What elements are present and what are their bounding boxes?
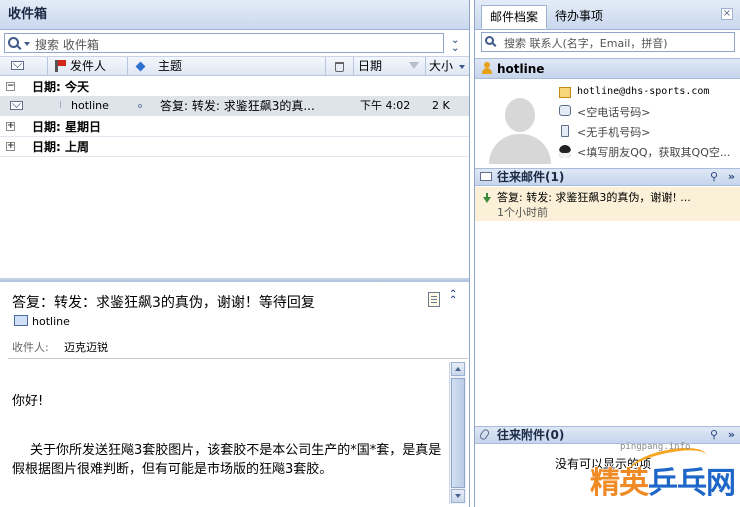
contact-qq-text: <填写朋友QQ，获取其QQ空... xyxy=(577,146,731,159)
contact-card-icon xyxy=(14,315,28,326)
envelope-icon xyxy=(11,61,24,70)
column-sender[interactable]: 发件人 xyxy=(48,57,128,76)
person-icon xyxy=(481,62,493,75)
email-icon xyxy=(559,87,571,98)
column-sender-label: 发件人 xyxy=(70,59,107,73)
search-dropdown-icon[interactable] xyxy=(24,42,30,46)
phone-icon xyxy=(559,105,571,116)
scroll-up-button[interactable] xyxy=(451,362,465,376)
paperclip-icon xyxy=(478,427,491,442)
column-subject-label: 主题 xyxy=(158,59,183,73)
scroll-down-icon xyxy=(455,494,461,498)
expand-right-icon[interactable]: » xyxy=(728,170,735,183)
inbox-title: 收件箱 xyxy=(0,0,469,30)
attachment-history-label: 往来附件(0) xyxy=(497,428,565,442)
scroll-down-button[interactable] xyxy=(451,489,465,503)
mail-list-pane: 收件箱 搜索 收件箱 ⌄ ⌄ 发件人 主题 日期 大小 − 日期: 今天 hot… xyxy=(0,0,470,507)
mail-history-time: 1个小时前 xyxy=(497,206,548,219)
contact-tab-strip: 邮件档案 待办事项 × xyxy=(475,0,740,30)
contact-search-placeholder: 搜索 联系人(名字，Email，拼音) xyxy=(504,37,668,50)
watermark-brand: 精英乒乓网 xyxy=(590,458,736,502)
unread-dot-icon xyxy=(138,104,142,108)
column-chooser-icon[interactable] xyxy=(459,65,465,69)
column-date[interactable]: 日期 xyxy=(354,57,426,76)
contact-pane: 邮件档案 待办事项 × 搜索 联系人(名字，Email，拼音) hotline … xyxy=(474,0,740,507)
contact-email-text: hotline@dhs-sports.com xyxy=(577,86,710,97)
preview-divider xyxy=(8,358,468,359)
avatar xyxy=(483,84,555,164)
column-subject[interactable]: 主题 xyxy=(128,57,326,76)
contact-name: hotline xyxy=(497,62,545,76)
collapse-header-icon[interactable]: ⌃ ⌃ xyxy=(449,290,457,306)
pane-splitter[interactable] xyxy=(0,278,469,282)
expand-options-icon[interactable]: ⌄ ⌄ xyxy=(451,36,459,54)
group-label: 日期: 今天 xyxy=(32,80,89,94)
contact-phone-text: <空电话号码> xyxy=(577,106,651,119)
search-icon[interactable] xyxy=(485,36,494,45)
column-read-status[interactable] xyxy=(0,57,48,76)
document-icon[interactable] xyxy=(428,292,440,307)
preview-sender[interactable]: hotline xyxy=(32,315,70,328)
body-scrollbar[interactable] xyxy=(449,362,466,504)
envelope-icon xyxy=(480,172,492,181)
trash-icon xyxy=(335,62,344,72)
message-sender: hotline xyxy=(71,99,109,112)
watermark-brand-b: 乒乓网 xyxy=(648,466,736,501)
scroll-thumb[interactable] xyxy=(451,378,465,488)
column-delete[interactable] xyxy=(326,57,354,76)
search-icon[interactable]: ⚲ xyxy=(710,170,718,183)
body-paragraph: 关于你所发送狂飚3套胶图片，该套胶不是本公司生产的*国*套，是真是假根据图片很难… xyxy=(12,443,442,477)
mail-history-item[interactable]: 答复: 转发: 求鉴狂飙3的真伪，谢谢! ... 1个小时前 xyxy=(475,187,740,221)
inbox-search-input[interactable]: 搜索 收件箱 xyxy=(4,33,444,53)
column-header: 发件人 主题 日期 大小 xyxy=(0,56,469,76)
download-arrow-icon xyxy=(483,193,491,203)
mail-history-header[interactable]: 往来邮件(1) ⚲ » xyxy=(475,168,740,186)
message-size: 2 K xyxy=(432,99,450,112)
watermark-url: pingpang.info xyxy=(620,442,691,452)
message-row[interactable]: hotline 答复: 转发: 求鉴狂飙3的真... 下午 4:02 2 K xyxy=(0,96,469,116)
expand-icon[interactable]: + xyxy=(6,142,15,151)
contact-search-input[interactable]: 搜索 联系人(名字，Email，拼音) xyxy=(481,32,735,52)
mail-history-label: 往来邮件(1) xyxy=(497,170,565,184)
watermark-brand-a: 精英 xyxy=(590,466,649,501)
column-size-label: 大小 xyxy=(429,59,454,73)
tab-todo[interactable]: 待办事项 xyxy=(547,5,611,29)
inbox-search-row: 搜索 收件箱 ⌄ ⌄ xyxy=(0,30,469,56)
opened-envelope-icon xyxy=(10,101,23,110)
tab-mail-archive[interactable]: 邮件档案 xyxy=(481,5,548,29)
flag-icon-cloth xyxy=(58,60,66,66)
group-today[interactable]: − 日期: 今天 xyxy=(0,77,469,97)
mail-history-subject: 答复: 转发: 求鉴狂飙3的真伪，谢谢! ... xyxy=(497,191,691,204)
scroll-up-icon xyxy=(455,367,461,371)
group-last-week[interactable]: + 日期: 上周 xyxy=(0,137,469,157)
group-sunday[interactable]: + 日期: 星期日 xyxy=(0,117,469,137)
column-date-label: 日期 xyxy=(358,59,383,73)
group-label: 日期: 上周 xyxy=(32,140,89,154)
search-icon[interactable] xyxy=(8,37,19,48)
sort-desc-icon-outline xyxy=(409,62,419,69)
contact-mobile-text: <无手机号码> xyxy=(577,126,651,139)
column-size[interactable]: 大小 xyxy=(426,57,469,76)
body-greeting: 你好! xyxy=(12,394,44,409)
preview-subject: 答复：转发：求鉴狂飙3的真伪，谢谢！等待回复 xyxy=(12,295,315,311)
qq-penguin-icon xyxy=(559,145,571,158)
section-tools: ⚲ » xyxy=(710,169,735,185)
collapse-icon[interactable]: − xyxy=(6,82,15,91)
recipient-value[interactable]: 迈克迈锐 xyxy=(64,339,108,355)
expand-icon[interactable]: + xyxy=(6,122,15,131)
flag-placeholder-icon xyxy=(60,101,65,108)
mobile-icon xyxy=(561,125,569,137)
message-time: 下午 4:02 xyxy=(360,99,411,112)
inbox-search-placeholder: 搜索 收件箱 xyxy=(35,38,99,52)
group-label: 日期: 星期日 xyxy=(32,120,101,134)
message-subject: 答复: 转发: 求鉴狂飙3的真... xyxy=(160,99,315,113)
site-watermark: pingpang.info 精英乒乓网 xyxy=(590,440,740,506)
contact-header: hotline xyxy=(475,58,740,79)
close-icon[interactable]: × xyxy=(721,8,733,20)
message-body: 你好! 关于你所发送狂飚3套胶图片，该套胶不是本公司生产的*国*套，是真是假根据… xyxy=(12,362,446,507)
recipient-label: 收件人: xyxy=(12,341,49,354)
attachment-diamond-icon xyxy=(135,61,146,72)
